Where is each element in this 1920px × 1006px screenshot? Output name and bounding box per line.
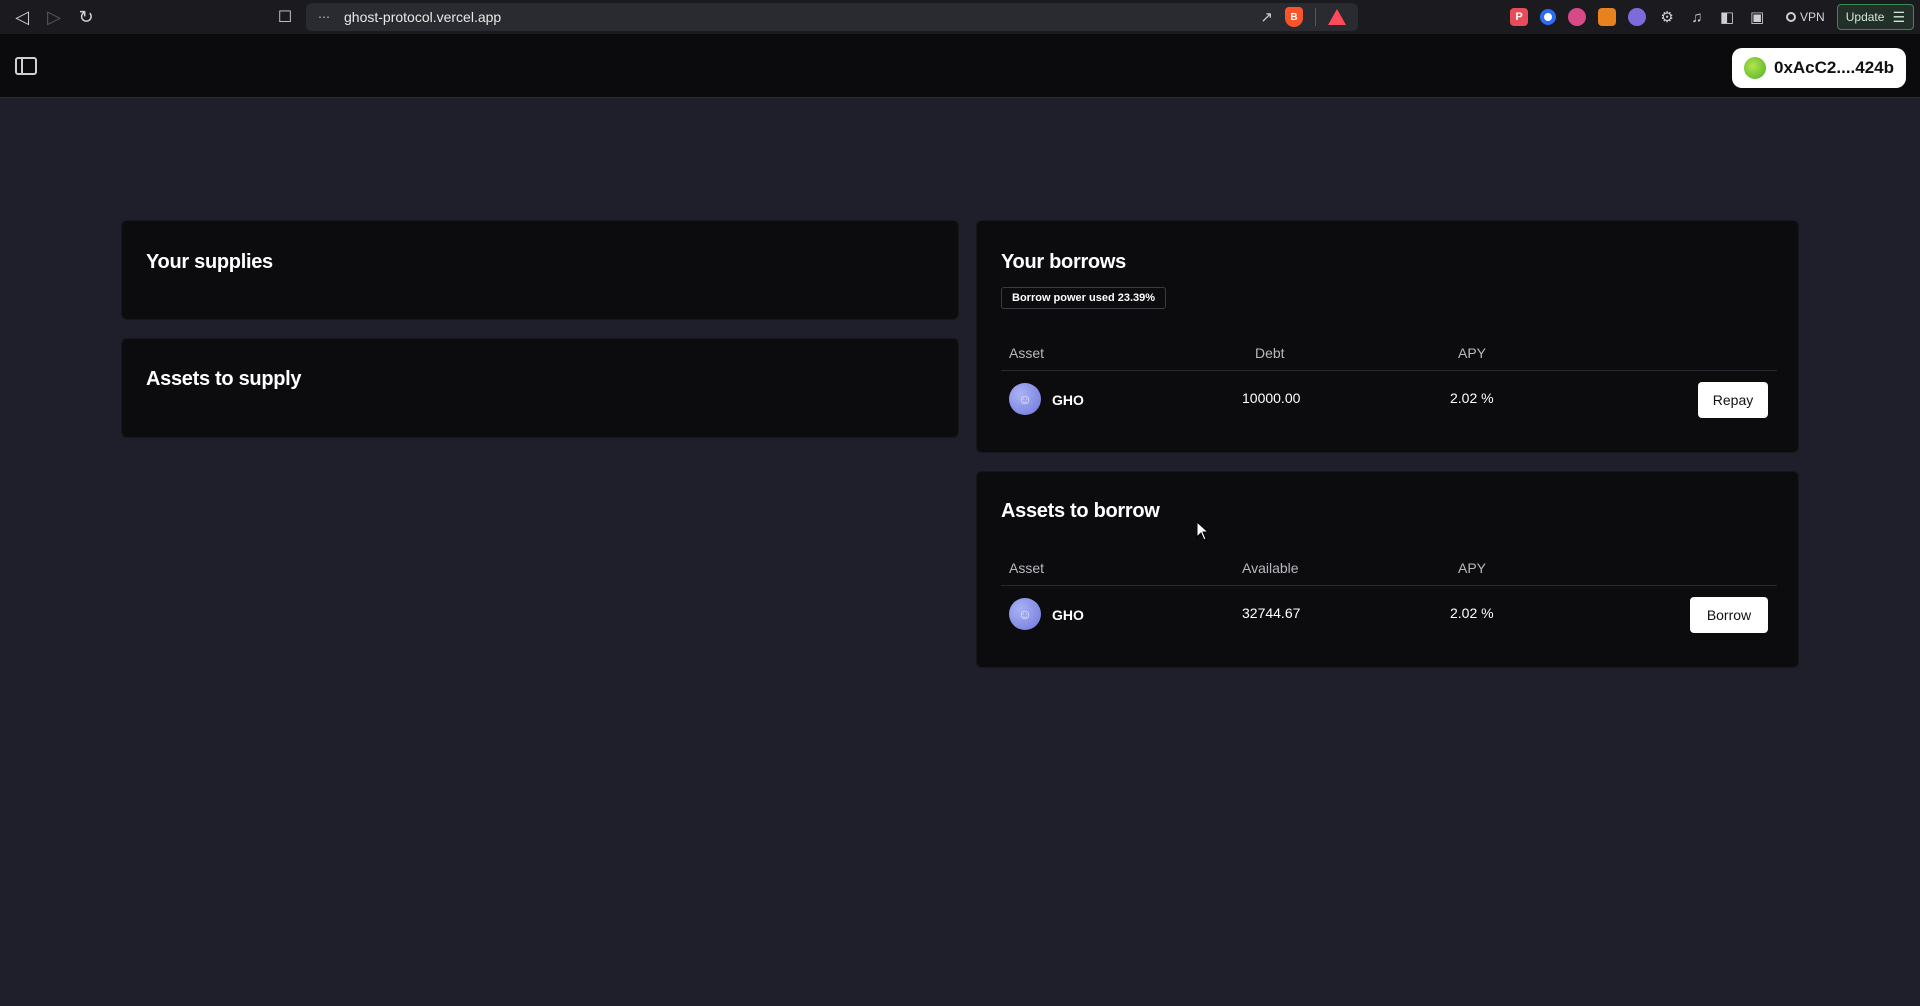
site-info-icon[interactable]: ⋯ bbox=[318, 10, 338, 24]
extension-blue-circle-icon[interactable] bbox=[1540, 9, 1557, 25]
reload-icon[interactable]: ↻ bbox=[70, 3, 102, 31]
column-header-apy: APY bbox=[1458, 345, 1487, 361]
table-row: ☺ GHO 32744.67 2.02 % Borrow bbox=[1001, 587, 1777, 643]
back-icon[interactable]: ◁ bbox=[6, 3, 38, 31]
update-label: Update bbox=[1845, 10, 1885, 24]
table-header: Asset Available APY bbox=[1001, 550, 1777, 586]
address-bar[interactable]: ⋯ ghost-protocol.vercel.app ↗ B bbox=[306, 3, 1358, 31]
vpn-button[interactable]: VPN bbox=[1786, 10, 1825, 24]
your-borrows-card: Your borrows Borrow power used 23.39% As… bbox=[976, 220, 1799, 453]
browser-toolbar: ◁ ▷ ↻ ☐ ⋯ ghost-protocol.vercel.app ↗ B … bbox=[0, 0, 1920, 34]
mouse-cursor-icon bbox=[1196, 521, 1210, 541]
metamask-fox-icon[interactable] bbox=[1598, 8, 1617, 26]
extension-purple-icon[interactable] bbox=[1628, 8, 1647, 26]
extension-red-icon[interactable]: P bbox=[1510, 8, 1529, 26]
wallet-address: 0xAcC2....424b bbox=[1774, 58, 1895, 77]
gho-token-icon: ☺ bbox=[1009, 383, 1041, 415]
share-icon[interactable]: ↗ bbox=[1260, 8, 1273, 26]
table-row: ☺ GHO 10000.00 2.02 % Repay bbox=[1001, 372, 1777, 428]
extensions-puzzle-icon[interactable]: ⚙ bbox=[1658, 8, 1676, 26]
card-title: Your supplies bbox=[146, 251, 273, 273]
wallet-icon[interactable]: ▣ bbox=[1748, 8, 1766, 26]
brave-rewards-icon[interactable] bbox=[1328, 9, 1346, 25]
asset-name: GHO bbox=[1052, 607, 1084, 623]
url-text: ghost-protocol.vercel.app bbox=[344, 9, 502, 25]
your-supplies-card: Your supplies bbox=[121, 220, 959, 320]
table-header: Asset Debt APY bbox=[1001, 335, 1777, 371]
divider bbox=[1315, 8, 1316, 26]
bookmark-icon[interactable]: ☐ bbox=[274, 5, 296, 29]
borrow-button[interactable]: Borrow bbox=[1690, 597, 1768, 633]
asset-name: GHO bbox=[1052, 392, 1084, 408]
sidebar-toggle-icon[interactable] bbox=[15, 57, 37, 75]
available-value: 32744.67 bbox=[1242, 605, 1301, 621]
apy-value: 2.02 % bbox=[1450, 390, 1494, 406]
column-header-available: Available bbox=[1242, 560, 1299, 576]
card-title: Your borrows bbox=[1001, 251, 1126, 273]
wallet-button[interactable]: 0xAcC2....424b bbox=[1732, 48, 1906, 88]
vpn-label: VPN bbox=[1800, 10, 1825, 24]
update-button[interactable]: Update ☰ bbox=[1836, 4, 1914, 30]
assets-to-borrow-card: Assets to borrow Asset Available APY ☺ G… bbox=[976, 471, 1799, 668]
borrow-power-badge: Borrow power used 23.39% bbox=[1001, 287, 1167, 309]
brave-shields-icon[interactable]: B bbox=[1285, 7, 1303, 27]
wallet-avatar bbox=[1744, 57, 1766, 79]
sidebar-panel-icon[interactable]: ◧ bbox=[1718, 8, 1736, 26]
column-header-asset: Asset bbox=[1009, 345, 1045, 361]
vpn-icon bbox=[1786, 12, 1797, 22]
debt-value: 10000.00 bbox=[1242, 390, 1301, 406]
app-header bbox=[0, 34, 1920, 98]
column-header-apy: APY bbox=[1458, 560, 1487, 576]
forward-icon[interactable]: ▷ bbox=[38, 3, 70, 31]
column-header-debt: Debt bbox=[1255, 345, 1285, 361]
repay-button[interactable]: Repay bbox=[1698, 382, 1768, 418]
column-header-asset: Asset bbox=[1009, 560, 1045, 576]
music-note-icon[interactable]: ♫ bbox=[1688, 8, 1706, 26]
extension-jellyfish-icon[interactable] bbox=[1568, 8, 1587, 26]
gho-token-icon: ☺ bbox=[1009, 598, 1041, 630]
apy-value: 2.02 % bbox=[1450, 605, 1494, 621]
assets-to-supply-card: Assets to supply bbox=[121, 338, 959, 438]
card-title: Assets to supply bbox=[146, 368, 302, 390]
menu-icon: ☰ bbox=[1892, 8, 1905, 25]
card-title: Assets to borrow bbox=[1001, 500, 1160, 522]
